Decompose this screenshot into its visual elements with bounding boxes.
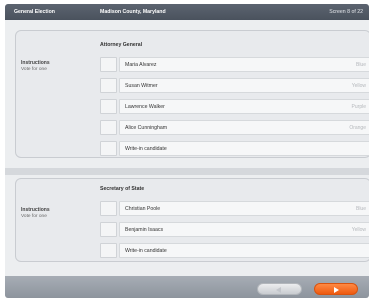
contest-title: Secretary of State: [100, 186, 145, 192]
vote-checkbox[interactable]: [100, 243, 117, 258]
candidate-button[interactable]: Lawrence Walker Purple: [119, 99, 369, 114]
next-button[interactable]: [314, 283, 358, 295]
candidate-party: Blue: [355, 206, 366, 212]
left-triangle-icon: [276, 287, 281, 293]
ballot-content: Attorney General Instructions Vote for o…: [5, 20, 369, 276]
vote-checkbox[interactable]: [100, 120, 117, 135]
contest-attorney-general: [15, 30, 369, 158]
candidate-button[interactable]: Susan Witmer Yellow: [119, 78, 369, 93]
contest-title: Attorney General: [100, 42, 143, 48]
candidate-party: Blue: [355, 62, 366, 68]
vote-checkbox[interactable]: [100, 141, 117, 156]
candidate-row[interactable]: Maria Alvarez Blue: [100, 57, 369, 72]
write-in-button[interactable]: Write-in candidate: [119, 141, 369, 156]
candidate-row[interactable]: Benjamin Isaacs Yellow: [100, 222, 369, 237]
candidate-button[interactable]: Christian Poole Blue: [119, 201, 369, 216]
candidate-name: Benjamin Isaacs: [125, 227, 164, 233]
instructions-text: Vote for one: [21, 214, 47, 219]
ballot-window: General Election Madison County, Marylan…: [5, 4, 369, 298]
vote-checkbox[interactable]: [100, 99, 117, 114]
candidate-name: Maria Alvarez: [125, 62, 157, 68]
candidate-button[interactable]: Benjamin Isaacs Yellow: [119, 222, 369, 237]
candidate-row[interactable]: Lawrence Walker Purple: [100, 99, 369, 114]
navigation-bar: [5, 276, 369, 298]
candidate-party: Orange: [349, 125, 366, 131]
candidate-button[interactable]: Maria Alvarez Blue: [119, 57, 369, 72]
candidate-row[interactable]: Christian Poole Blue: [100, 201, 369, 216]
candidate-party: Yellow: [351, 83, 366, 89]
vote-checkbox[interactable]: [100, 201, 117, 216]
candidate-name: Alice Cunningham: [125, 125, 168, 131]
candidate-row[interactable]: Alice Cunningham Orange: [100, 120, 369, 135]
candidate-name: Susan Witmer: [125, 83, 158, 89]
screen-counter: Screen 8 of 22: [329, 9, 363, 15]
right-triangle-icon: [334, 287, 339, 293]
back-button[interactable]: [257, 283, 302, 295]
instructions-title: Instructions: [21, 60, 50, 66]
candidate-party: Purple: [351, 104, 366, 110]
ballot-header: General Election Madison County, Marylan…: [5, 4, 369, 20]
write-in-label: Write-in candidate: [125, 248, 167, 254]
vote-checkbox[interactable]: [100, 57, 117, 72]
candidate-row[interactable]: Susan Witmer Yellow: [100, 78, 369, 93]
write-in-button[interactable]: Write-in candidate: [119, 243, 369, 258]
county-title: Madison County, Maryland: [100, 9, 166, 15]
candidate-button[interactable]: Alice Cunningham Orange: [119, 120, 369, 135]
candidate-party: Yellow: [351, 227, 366, 233]
section-divider: [5, 168, 369, 175]
instructions-text: Vote for one: [21, 67, 47, 72]
candidate-name: Christian Poole: [125, 206, 161, 212]
write-in-row[interactable]: Write-in candidate: [100, 141, 369, 156]
vote-checkbox[interactable]: [100, 222, 117, 237]
write-in-label: Write-in candidate: [125, 146, 167, 152]
instructions-title: Instructions: [21, 207, 50, 213]
candidate-name: Lawrence Walker: [125, 104, 165, 110]
vote-checkbox[interactable]: [100, 78, 117, 93]
election-title: General Election: [14, 9, 55, 15]
write-in-row[interactable]: Write-in candidate: [100, 243, 369, 258]
